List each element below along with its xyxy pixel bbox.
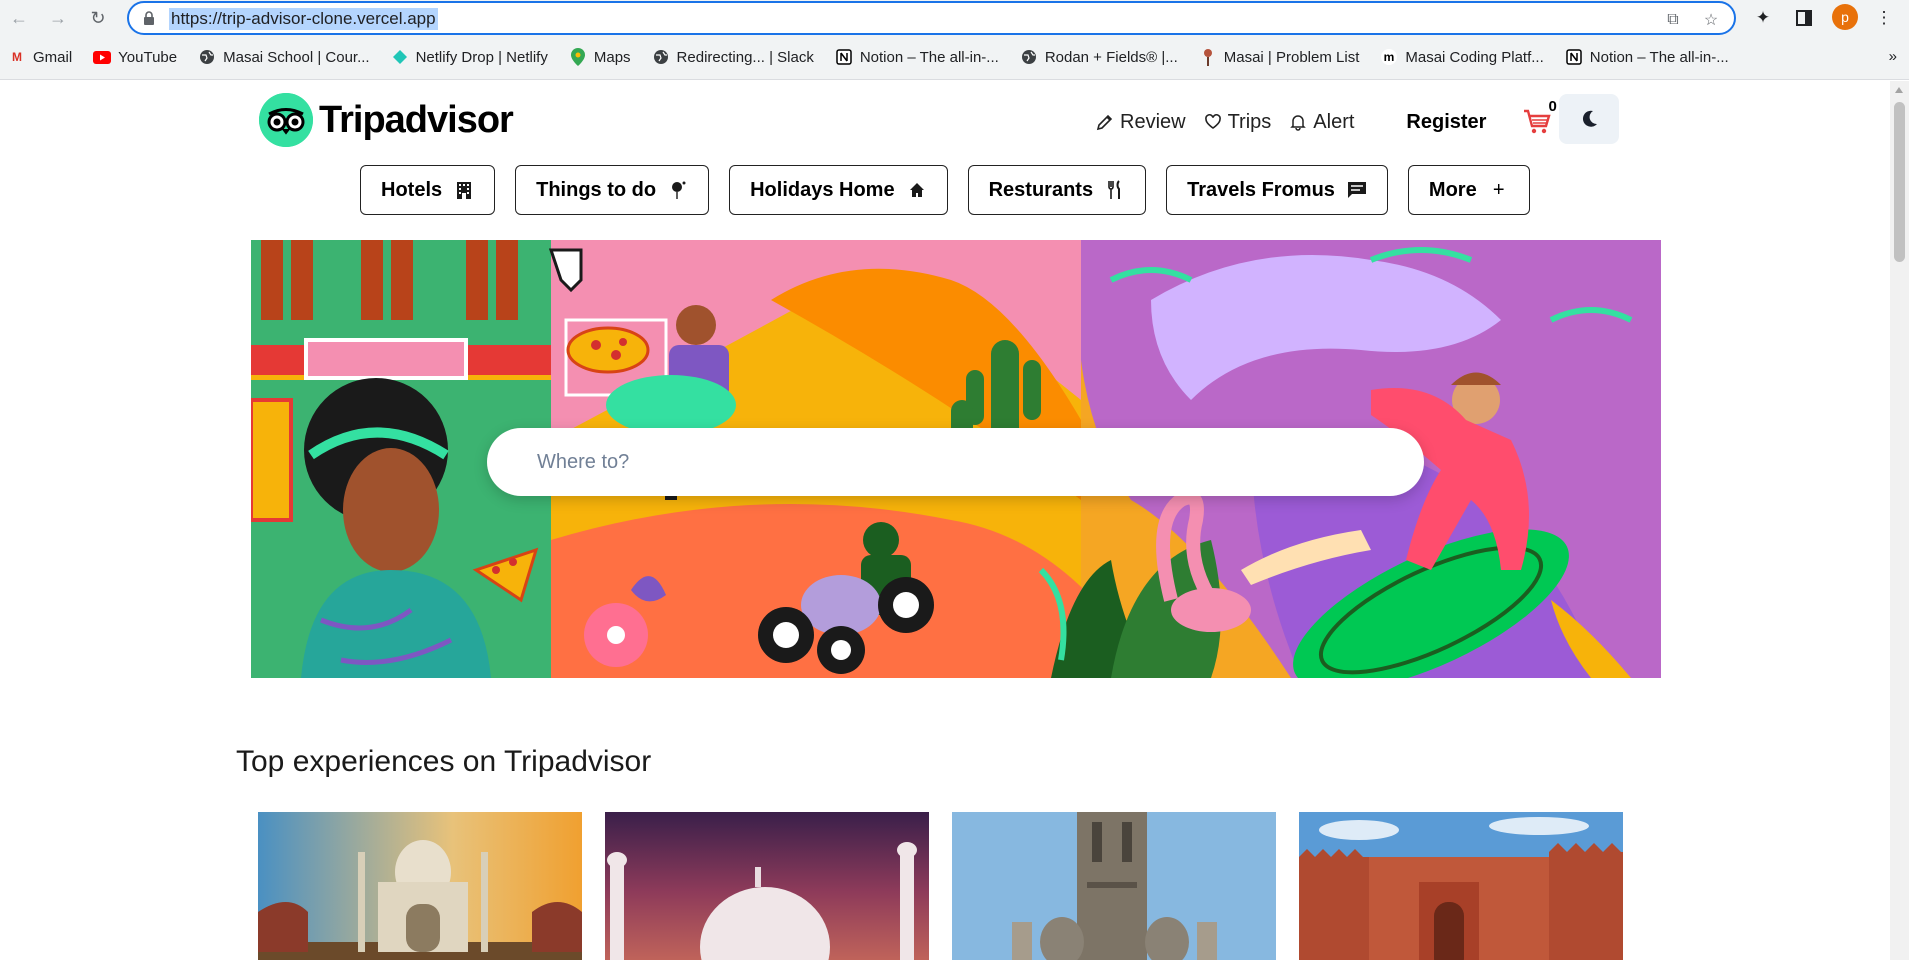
page-content: Tripadvisor Review Trips Alert Register … (0, 81, 1890, 960)
category-resturants-button[interactable]: Resturants (967, 165, 1147, 215)
share-icon[interactable]: ⧉ (1663, 10, 1683, 30)
bookmark-notion[interactable]: Notion – The all-in-... (835, 48, 999, 66)
globe-icon (1020, 48, 1038, 66)
taj-mahal-image (258, 812, 582, 960)
scroll-up-arrow-icon[interactable] (1895, 87, 1903, 93)
bookmark-notion-2[interactable]: Notion – The all-in-... (1565, 48, 1729, 66)
lock-icon (144, 11, 154, 25)
globe-icon (198, 48, 216, 66)
youtube-icon (93, 48, 112, 66)
alert-link[interactable]: Alert (1289, 111, 1354, 134)
notion-icon (835, 48, 853, 66)
bookmarks-bar: M Gmail YouTube Masai School | Cour... N… (0, 44, 1909, 70)
bell-icon (1290, 115, 1307, 131)
masai-icon (1199, 48, 1217, 66)
building-icon (454, 180, 474, 200)
masai-m-icon: m (1380, 48, 1398, 66)
tripadvisor-logo[interactable]: Tripadvisor (259, 93, 514, 147)
more-bookmarks-button[interactable]: » (1889, 48, 1897, 65)
experience-card-mumbai-station[interactable] (952, 812, 1276, 960)
experience-card-red-fort[interactable] (1299, 812, 1623, 960)
mumbai-station-image (952, 812, 1276, 960)
taj-mahal-dusk-image (605, 812, 929, 960)
browser-chrome: ← → ↻ https://trip-advisor-clone.vercel.… (0, 0, 1909, 80)
experience-card-taj-mahal[interactable] (258, 812, 582, 960)
extensions-icon[interactable]: ✦ (1749, 4, 1777, 32)
category-holidays-home-button[interactable]: Holidays Home (729, 165, 948, 215)
netlify-icon (391, 48, 409, 66)
moon-icon (1582, 110, 1597, 127)
bookmark-rodan-fields[interactable]: Rodan + Fields® |... (1020, 48, 1178, 66)
svg-text:m: m (1384, 50, 1395, 64)
category-more-button[interactable]: More + (1407, 165, 1530, 215)
cart-count: 0 (1548, 98, 1557, 115)
dark-mode-toggle[interactable] (1559, 94, 1619, 144)
section-title: Top experiences on Tripadvisor (236, 745, 652, 778)
profile-avatar[interactable]: p (1832, 4, 1858, 30)
register-button[interactable]: Register (1406, 111, 1486, 134)
cart-button[interactable]: 0 (1522, 98, 1557, 136)
globe-icon (652, 48, 670, 66)
search-box[interactable] (487, 428, 1424, 496)
bookmark-youtube[interactable]: YouTube (93, 48, 177, 66)
back-icon[interactable]: ← (5, 4, 33, 32)
star-icon[interactable]: ☆ (1701, 10, 1721, 30)
search-input[interactable] (537, 450, 1424, 474)
notion-icon (1565, 48, 1583, 66)
category-hotels-button[interactable]: Hotels (360, 165, 496, 215)
url-text[interactable]: https://trip-advisor-clone.vercel.app (169, 8, 438, 30)
red-fort-image (1299, 812, 1623, 960)
fork-knife-icon (1105, 180, 1125, 200)
pencil-icon (1096, 114, 1113, 131)
bookmark-netlify[interactable]: Netlify Drop | Netlify (391, 48, 548, 66)
owl-logo-icon (259, 93, 313, 147)
header-nav: Review Trips Alert Register 0 (1096, 98, 1557, 137)
bookmark-gmail[interactable]: M Gmail (8, 48, 72, 66)
reload-icon[interactable]: ↻ (84, 4, 112, 32)
scrollbar-thumb[interactable] (1894, 102, 1905, 262)
bookmark-slack[interactable]: Redirecting... | Slack (652, 48, 814, 66)
address-bar[interactable]: https://trip-advisor-clone.vercel.app ⧉ … (127, 1, 1736, 35)
review-link[interactable]: Review (1096, 111, 1186, 134)
gmail-icon: M (12, 50, 22, 64)
bookmark-masai-problem-list[interactable]: Masai | Problem List (1199, 48, 1359, 66)
chat-icon (1347, 180, 1367, 200)
page-scrollbar[interactable] (1890, 81, 1909, 960)
category-bar: Hotels Things to do Holidays Home Restur… (360, 165, 1530, 215)
bookmark-masai-school[interactable]: Masai School | Cour... (198, 48, 370, 66)
forward-icon[interactable]: → (44, 4, 72, 32)
balloon-icon (668, 180, 688, 200)
category-travels-fromus-button[interactable]: Travels Fromus (1166, 165, 1388, 215)
maps-icon (569, 48, 587, 66)
bookmark-masai-coding[interactable]: m Masai Coding Platf... (1380, 48, 1544, 66)
logo-text: Tripadvisor (319, 98, 514, 141)
trips-link[interactable]: Trips (1204, 111, 1271, 134)
category-things-to-do-button[interactable]: Things to do (515, 165, 710, 215)
side-panel-icon[interactable] (1790, 4, 1818, 32)
plus-icon: + (1492, 178, 1505, 201)
menu-dots-icon[interactable]: ⋮ (1870, 4, 1898, 32)
home-icon (907, 180, 927, 200)
bookmark-maps[interactable]: Maps (569, 48, 631, 66)
heart-icon (1204, 113, 1221, 129)
experience-card-taj-mahal-dusk[interactable] (605, 812, 929, 960)
